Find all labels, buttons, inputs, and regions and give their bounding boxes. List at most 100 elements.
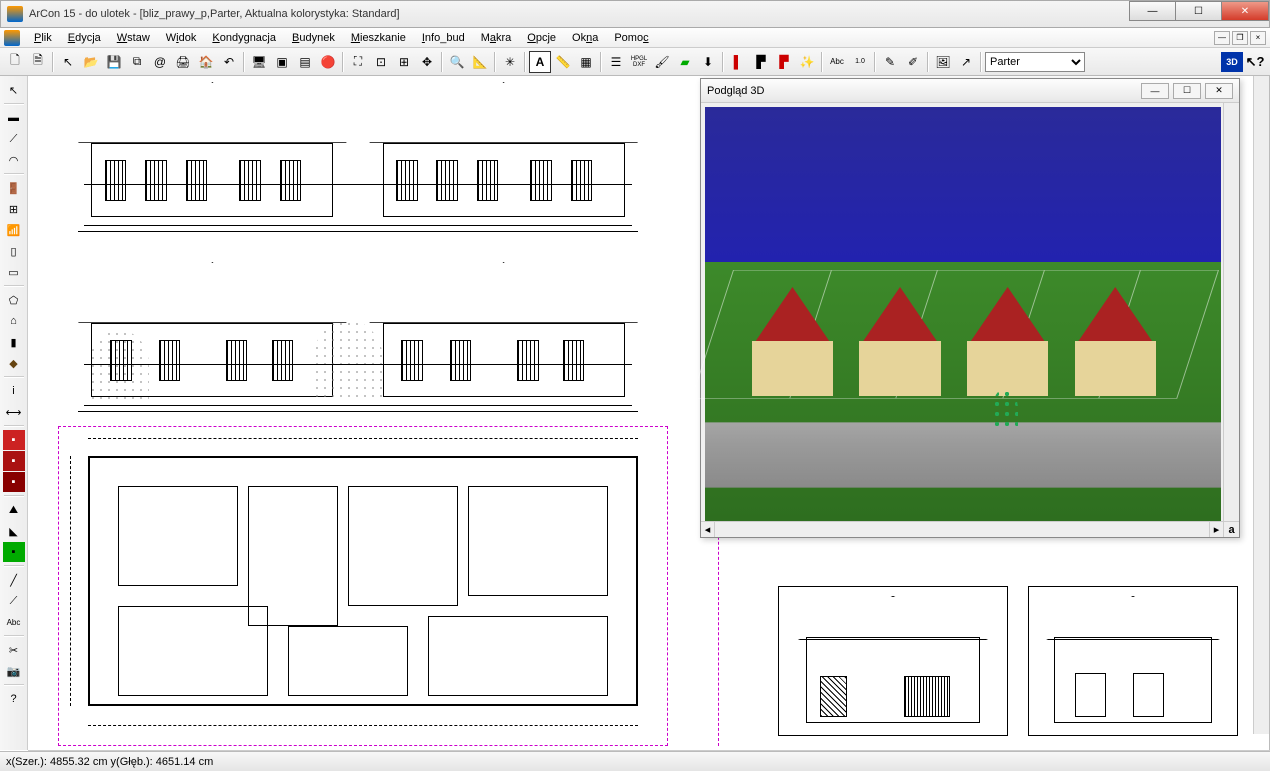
mdi-close[interactable]: ×	[1250, 31, 1266, 45]
hpgl-icon[interactable]: HPGLDXF	[628, 51, 650, 73]
pointer2-icon[interactable]: ↗	[955, 51, 977, 73]
zoom-all-icon[interactable]: ⛶	[347, 51, 369, 73]
menu-kondygnacja[interactable]: Kondygnacja	[206, 30, 282, 46]
arrow-down-icon[interactable]: ⬇	[697, 51, 719, 73]
select-tool-icon[interactable]: ↖	[3, 80, 25, 100]
section-icon[interactable]: ✂	[3, 640, 25, 660]
mdi-restore[interactable]: ❐	[1232, 31, 1248, 45]
preview-scrollbar-vertical[interactable]	[1223, 103, 1239, 521]
zoom-window-icon[interactable]: ⊡	[370, 51, 392, 73]
color-icon[interactable]: 🔴	[317, 51, 339, 73]
preview-scroll-right[interactable]: ▸	[1209, 522, 1223, 537]
red-brush-icon[interactable]: ▌	[727, 51, 749, 73]
door-icon[interactable]: 🚪	[3, 178, 25, 198]
window-icon[interactable]: ▣	[271, 51, 293, 73]
help-icon[interactable]: ↖?	[1244, 51, 1266, 73]
ruler-icon[interactable]: 📏	[552, 51, 574, 73]
screen-icon[interactable]: 🖥	[248, 51, 270, 73]
beam-icon[interactable]: ◆	[3, 353, 25, 373]
wand-icon[interactable]: ✎	[879, 51, 901, 73]
close-button[interactable]: ✕	[1221, 1, 1269, 21]
canvas-scrollbar-vertical[interactable]	[1253, 76, 1269, 734]
red1-icon[interactable]: ▪	[3, 430, 25, 450]
menu-okna[interactable]: Okna	[566, 30, 604, 46]
cursor-icon[interactable]: ↖	[57, 51, 79, 73]
preview-3d-window[interactable]: Podgląd 3D — ☐ ✕ ◂ ▸ a	[700, 78, 1240, 538]
new-icon[interactable]: 🗋	[4, 51, 26, 73]
layer-icon[interactable]: ☰	[605, 51, 627, 73]
preview-titlebar[interactable]: Podgląd 3D — ☐ ✕	[701, 79, 1239, 103]
menu-infobud[interactable]: Info_bud	[416, 30, 471, 46]
menu-edycja[interactable]: Edycja	[62, 30, 107, 46]
copy-icon[interactable]: ⧉	[126, 51, 148, 73]
zoom-icon[interactable]: 🔍	[446, 51, 468, 73]
multi-window-icon[interactable]: ▤	[294, 51, 316, 73]
wand2-icon[interactable]: ✐	[902, 51, 924, 73]
red-flag-icon[interactable]: ▛	[773, 51, 795, 73]
measure-icon[interactable]: 📐	[469, 51, 491, 73]
polyline-icon[interactable]: ⟋	[3, 591, 25, 611]
arc-wall-icon[interactable]: ◠	[3, 150, 25, 170]
menu-wstaw[interactable]: Wstaw	[111, 30, 156, 46]
chimney-icon[interactable]: ▮	[3, 332, 25, 352]
img-icon[interactable]: 🖼	[932, 51, 954, 73]
menu-budynek[interactable]: Budynek	[286, 30, 341, 46]
menu-opcje[interactable]: Opcje	[521, 30, 562, 46]
menu-makra[interactable]: Makra	[475, 30, 518, 46]
line-tool-icon[interactable]: ╱	[3, 570, 25, 590]
red2-icon[interactable]: ▪	[3, 451, 25, 471]
dormer-icon[interactable]: ⌂	[3, 311, 25, 331]
gallery-icon[interactable]: 🏠	[195, 51, 217, 73]
wall-tool-icon[interactable]: ▬	[3, 108, 25, 128]
slab-icon[interactable]: ▭	[3, 262, 25, 282]
preview-viewport[interactable]	[701, 103, 1239, 521]
roof-icon[interactable]: ⬠	[3, 290, 25, 310]
help-tool-icon[interactable]: ?	[3, 689, 25, 709]
brush-icon[interactable]: 🖌	[651, 51, 673, 73]
canvas-scrollbar-horizontal[interactable]	[28, 750, 1270, 751]
curve-wall-icon[interactable]: ⟋	[3, 129, 25, 149]
stairs-icon[interactable]: 📶	[3, 220, 25, 240]
text-tool-icon[interactable]: Abc	[3, 612, 25, 632]
floor-selector[interactable]: Parter	[985, 52, 1085, 72]
column-icon[interactable]: ▯	[3, 241, 25, 261]
terrain-icon[interactable]: ⛰	[3, 500, 25, 520]
darkred-icon[interactable]: ▪	[3, 472, 25, 492]
new-wizard-icon[interactable]: 🗎	[27, 51, 49, 73]
menu-mieszkanie[interactable]: Mieszkanie	[345, 30, 412, 46]
info-icon[interactable]: i	[3, 381, 25, 401]
minimize-button[interactable]: —	[1129, 1, 1175, 21]
mdi-minimize[interactable]: —	[1214, 31, 1230, 45]
menu-plik[interactable]: Plik	[28, 30, 58, 46]
flag-icon[interactable]: ▛	[750, 51, 772, 73]
green-icon[interactable]: ▪	[3, 542, 25, 562]
zoom-prev-icon[interactable]: ⊞	[393, 51, 415, 73]
preview-corner-a[interactable]: a	[1223, 522, 1239, 537]
maximize-button[interactable]: ☐	[1175, 1, 1221, 21]
save-icon[interactable]: 💾	[103, 51, 125, 73]
preview-minimize[interactable]: —	[1141, 83, 1169, 99]
email-icon[interactable]: @	[149, 51, 171, 73]
open-icon[interactable]: 📂	[80, 51, 102, 73]
pan-icon[interactable]: ✥	[416, 51, 438, 73]
grid-icon[interactable]: ▦	[575, 51, 597, 73]
slope-icon[interactable]: ◣	[3, 521, 25, 541]
preview-maximize[interactable]: ☐	[1173, 83, 1201, 99]
preview-scroll-left[interactable]: ◂	[701, 522, 715, 537]
view-3d-button[interactable]: 3D	[1221, 52, 1243, 72]
text-a-icon[interactable]: A	[529, 51, 551, 73]
undo-icon[interactable]: ↶	[218, 51, 240, 73]
preview-scrollbar-horizontal[interactable]	[715, 522, 1209, 537]
vdim-icon[interactable]: ⟷	[3, 402, 25, 422]
green-brush-icon[interactable]: ▰	[674, 51, 696, 73]
snap-icon[interactable]: ✳	[499, 51, 521, 73]
abc-icon[interactable]: Abc	[826, 51, 848, 73]
spark-icon[interactable]: ✨	[796, 51, 818, 73]
camera-icon[interactable]: 📷	[3, 661, 25, 681]
dim-icon[interactable]: 1.0	[849, 51, 871, 73]
print-icon[interactable]: 🖨	[172, 51, 194, 73]
window-tool-icon[interactable]: ⊞	[3, 199, 25, 219]
menu-widok[interactable]: Widok	[160, 30, 203, 46]
menu-pomoc[interactable]: Pomoc	[608, 30, 654, 46]
preview-close[interactable]: ✕	[1205, 83, 1233, 99]
